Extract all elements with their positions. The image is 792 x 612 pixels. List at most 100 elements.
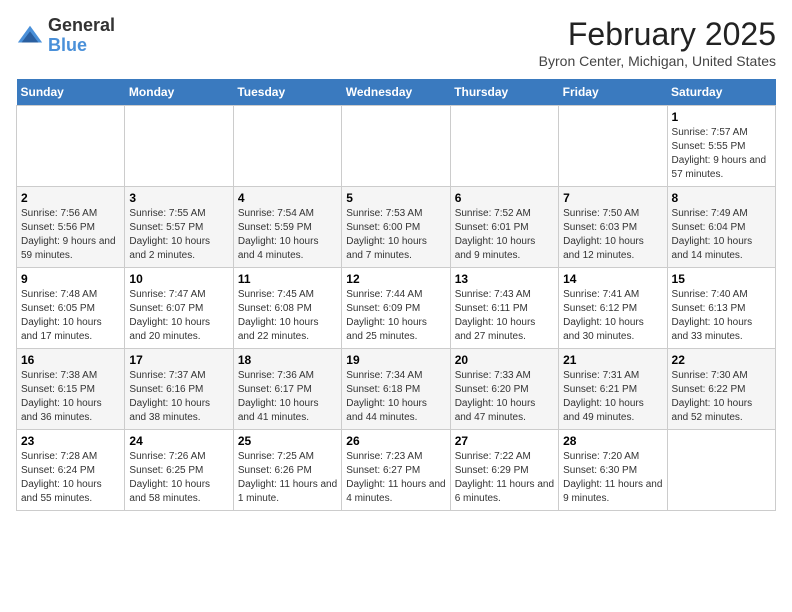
calendar-cell: 20Sunrise: 7:33 AM Sunset: 6:20 PM Dayli… (450, 349, 558, 430)
logo-text: General Blue (48, 16, 115, 56)
calendar-cell: 8 Sunrise: 7:49 AM Sunset: 6:04 PM Daylig… (667, 187, 775, 268)
day-number: 22 (672, 353, 771, 367)
day-info: Sunrise: 7:43 AM Sunset: 6:11 PM Dayligh… (455, 288, 554, 344)
weekday-header-row: SundayMondayTuesdayWednesdayThursdayFrid… (17, 79, 776, 106)
week-row-2: 2 Sunrise: 7:56 AM Sunset: 5:56 PM Daylig… (17, 187, 776, 268)
day-info: Sunrise: 7:28 AM Sunset: 6:24 PM Dayligh… (21, 450, 120, 506)
day-info: Sunrise: 7:37 AM Sunset: 6:16 PM Dayligh… (129, 369, 228, 425)
day-number: 26 (346, 434, 445, 448)
calendar-cell: 11Sunrise: 7:45 AM Sunset: 6:08 PM Dayli… (233, 268, 341, 349)
week-row-4: 16 Sunrise: 7:38 AM Sunset: 6:15 PM Dayli… (17, 349, 776, 430)
day-info: Sunrise: 7:48 AM Sunset: 6:05 PM Dayligh… (21, 288, 120, 344)
calendar-cell: 26 Sunrise: 7:23 AM Sunset: 6:27 PM Dayli… (342, 430, 450, 511)
day-info: Sunrise: 7:47 AM Sunset: 6:07 PM Dayligh… (129, 288, 228, 344)
day-info: Sunrise: 7:40 AM Sunset: 6:13 PM Dayligh… (672, 288, 771, 344)
day-info: Sunrise: 7:53 AM Sunset: 6:00 PM Dayligh… (346, 207, 445, 263)
calendar-cell: 15Sunrise: 7:40 AM Sunset: 6:13 PM Dayli… (667, 268, 775, 349)
day-number: 28 (563, 434, 662, 448)
day-number: 9 (21, 272, 120, 286)
day-number: 4 (238, 191, 337, 205)
calendar-cell (233, 106, 341, 187)
page-header: General Blue February 2025 Byron Center,… (16, 16, 776, 69)
day-number: 24 (129, 434, 228, 448)
calendar-cell (125, 106, 233, 187)
calendar-cell: 3 Sunrise: 7:55 AM Sunset: 5:57 PM Daylig… (125, 187, 233, 268)
day-info: Sunrise: 7:36 AM Sunset: 6:17 PM Dayligh… (238, 369, 337, 425)
day-info: Sunrise: 7:54 AM Sunset: 5:59 PM Dayligh… (238, 207, 337, 263)
day-info: Sunrise: 7:52 AM Sunset: 6:01 PM Dayligh… (455, 207, 554, 263)
calendar-cell: 17Sunrise: 7:37 AM Sunset: 6:16 PM Dayli… (125, 349, 233, 430)
calendar-cell: 25 Sunrise: 7:25 AM Sunset: 6:26 PM Dayli… (233, 430, 341, 511)
week-row-1: 1 Sunrise: 7:57 AM Sunset: 5:55 PM Daylig… (17, 106, 776, 187)
calendar-cell: 16 Sunrise: 7:38 AM Sunset: 6:15 PM Dayli… (17, 349, 125, 430)
logo: General Blue (16, 16, 115, 56)
day-number: 1 (672, 110, 771, 124)
calendar-cell: 24 Sunrise: 7:26 AM Sunset: 6:25 PM Dayli… (125, 430, 233, 511)
calendar-cell (450, 106, 558, 187)
day-info: Sunrise: 7:30 AM Sunset: 6:22 PM Dayligh… (672, 369, 771, 425)
month-year-title: February 2025 (539, 16, 776, 53)
day-number: 10 (129, 272, 228, 286)
calendar-cell: 10 Sunrise: 7:47 AM Sunset: 6:07 PM Dayli… (125, 268, 233, 349)
week-row-5: 23Sunrise: 7:28 AM Sunset: 6:24 PM Dayli… (17, 430, 776, 511)
day-number: 6 (455, 191, 554, 205)
calendar-cell: 28 Sunrise: 7:20 AM Sunset: 6:30 PM Dayli… (559, 430, 667, 511)
logo-icon (16, 22, 44, 50)
calendar-cell: 6 Sunrise: 7:52 AM Sunset: 6:01 PM Daylig… (450, 187, 558, 268)
day-info: Sunrise: 7:57 AM Sunset: 5:55 PM Dayligh… (672, 126, 771, 182)
day-info: Sunrise: 7:34 AM Sunset: 6:18 PM Dayligh… (346, 369, 445, 425)
weekday-header-sunday: Sunday (17, 79, 125, 106)
weekday-header-friday: Friday (559, 79, 667, 106)
day-number: 18 (238, 353, 337, 367)
calendar-cell: 2 Sunrise: 7:56 AM Sunset: 5:56 PM Daylig… (17, 187, 125, 268)
week-row-3: 9 Sunrise: 7:48 AM Sunset: 6:05 PM Daylig… (17, 268, 776, 349)
day-info: Sunrise: 7:22 AM Sunset: 6:29 PM Dayligh… (455, 450, 554, 506)
day-info: Sunrise: 7:25 AM Sunset: 6:26 PM Dayligh… (238, 450, 337, 506)
weekday-header-thursday: Thursday (450, 79, 558, 106)
calendar-cell: 22 Sunrise: 7:30 AM Sunset: 6:22 PM Dayli… (667, 349, 775, 430)
weekday-header-monday: Monday (125, 79, 233, 106)
day-number: 7 (563, 191, 662, 205)
day-info: Sunrise: 7:26 AM Sunset: 6:25 PM Dayligh… (129, 450, 228, 506)
day-number: 14 (563, 272, 662, 286)
day-number: 21 (563, 353, 662, 367)
logo-blue-text: Blue (48, 35, 87, 55)
calendar-cell (667, 430, 775, 511)
calendar-cell: 9 Sunrise: 7:48 AM Sunset: 6:05 PM Daylig… (17, 268, 125, 349)
day-info: Sunrise: 7:45 AM Sunset: 6:08 PM Dayligh… (238, 288, 337, 344)
day-info: Sunrise: 7:49 AM Sunset: 6:04 PM Dayligh… (672, 207, 771, 263)
calendar-cell (559, 106, 667, 187)
title-block: February 2025 Byron Center, Michigan, Un… (539, 16, 776, 69)
day-info: Sunrise: 7:56 AM Sunset: 5:56 PM Dayligh… (21, 207, 120, 263)
calendar-cell: 5 Sunrise: 7:53 AM Sunset: 6:00 PM Daylig… (342, 187, 450, 268)
weekday-header-tuesday: Tuesday (233, 79, 341, 106)
calendar-cell: 12 Sunrise: 7:44 AM Sunset: 6:09 PM Dayli… (342, 268, 450, 349)
day-info: Sunrise: 7:44 AM Sunset: 6:09 PM Dayligh… (346, 288, 445, 344)
day-number: 27 (455, 434, 554, 448)
day-number: 25 (238, 434, 337, 448)
day-info: Sunrise: 7:55 AM Sunset: 5:57 PM Dayligh… (129, 207, 228, 263)
day-number: 19 (346, 353, 445, 367)
calendar-cell: 27 Sunrise: 7:22 AM Sunset: 6:29 PM Dayli… (450, 430, 558, 511)
calendar-cell: 18 Sunrise: 7:36 AM Sunset: 6:17 PM Dayli… (233, 349, 341, 430)
day-number: 13 (455, 272, 554, 286)
day-info: Sunrise: 7:38 AM Sunset: 6:15 PM Dayligh… (21, 369, 120, 425)
day-number: 8 (672, 191, 771, 205)
day-number: 2 (21, 191, 120, 205)
logo-general-text: General (48, 15, 115, 35)
day-info: Sunrise: 7:31 AM Sunset: 6:21 PM Dayligh… (563, 369, 662, 425)
day-info: Sunrise: 7:23 AM Sunset: 6:27 PM Dayligh… (346, 450, 445, 506)
day-info: Sunrise: 7:41 AM Sunset: 6:12 PM Dayligh… (563, 288, 662, 344)
calendar-cell: 7Sunrise: 7:50 AM Sunset: 6:03 PM Daylig… (559, 187, 667, 268)
day-number: 3 (129, 191, 228, 205)
day-number: 5 (346, 191, 445, 205)
day-number: 16 (21, 353, 120, 367)
calendar-table: SundayMondayTuesdayWednesdayThursdayFrid… (16, 79, 776, 511)
calendar-cell: 23Sunrise: 7:28 AM Sunset: 6:24 PM Dayli… (17, 430, 125, 511)
day-number: 12 (346, 272, 445, 286)
day-info: Sunrise: 7:20 AM Sunset: 6:30 PM Dayligh… (563, 450, 662, 506)
day-number: 20 (455, 353, 554, 367)
calendar-cell: 19 Sunrise: 7:34 AM Sunset: 6:18 PM Dayli… (342, 349, 450, 430)
weekday-header-saturday: Saturday (667, 79, 775, 106)
calendar-cell: 21 Sunrise: 7:31 AM Sunset: 6:21 PM Dayli… (559, 349, 667, 430)
